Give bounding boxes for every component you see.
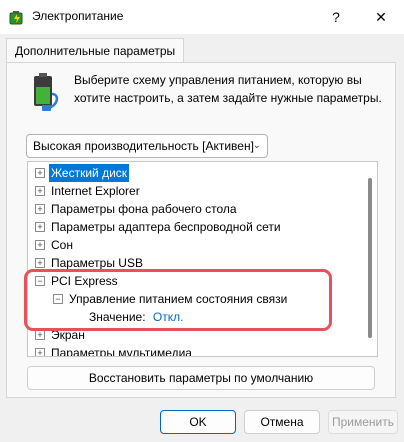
help-button[interactable]: ?	[325, 6, 347, 28]
tree-item-label: Параметры адаптера беспроводной сети	[51, 220, 281, 234]
ok-button[interactable]: OK	[160, 410, 236, 434]
battery-plug-icon	[34, 73, 59, 111]
tree-item-label: PCI Express	[51, 274, 118, 288]
tree-item-label: Жесткий диск	[49, 164, 130, 182]
apply-button[interactable]: Применить	[328, 410, 398, 434]
value-link[interactable]: Откл.	[153, 310, 184, 324]
scrollbar[interactable]	[368, 178, 372, 338]
question-mark-icon: ?	[332, 9, 340, 25]
close-icon: ✕	[375, 9, 387, 25]
power-scheme-dropdown[interactable]: Высокая производительность [Активен] ⌄	[26, 134, 268, 158]
tab-advanced-settings[interactable]: Дополнительные параметры	[6, 38, 185, 63]
chevron-down-icon: ⌄	[252, 140, 261, 151]
collapse-icon[interactable]: −	[53, 294, 63, 304]
settings-tree[interactable]: + Жесткий диск + Internet Explorer + Пар…	[27, 161, 378, 357]
window-title: Электропитание	[32, 9, 124, 23]
expand-icon[interactable]: +	[35, 348, 45, 356]
expand-icon[interactable]: +	[35, 330, 45, 340]
setting-value-row[interactable]: Значение: Откл.	[89, 308, 183, 326]
title-bar: Электропитание ? ✕	[0, 0, 404, 34]
expand-icon[interactable]: +	[35, 186, 45, 196]
expand-icon[interactable]: +	[35, 222, 45, 232]
tree-item-label: Параметры фона рабочего стола	[51, 202, 237, 216]
tree-item-label: Экран	[51, 328, 85, 342]
collapse-icon[interactable]: −	[35, 276, 45, 286]
expand-icon[interactable]: +	[35, 258, 45, 268]
cancel-button[interactable]: Отмена	[244, 410, 320, 434]
expand-icon[interactable]: +	[35, 240, 45, 250]
tree-item-label: Параметры мультимедиа	[51, 346, 192, 357]
restore-defaults-button[interactable]: Восстановить параметры по умолчанию	[27, 366, 375, 390]
expand-icon[interactable]: +	[35, 168, 45, 178]
scheme-selected-value: Высокая производительность [Активен]	[33, 139, 254, 153]
expand-icon[interactable]: +	[35, 204, 45, 214]
tree-item-label: Параметры USB	[51, 256, 143, 270]
close-button[interactable]: ✕	[369, 6, 393, 28]
tree-item-label: Internet Explorer	[51, 184, 140, 198]
instructions-text: Выберите схему управления питанием, кото…	[74, 73, 382, 105]
tree-item-label: Сон	[51, 238, 73, 252]
value-label: Значение:	[89, 310, 146, 324]
power-options-icon	[9, 11, 23, 25]
tree-item-label: Управление питанием состояния связи	[69, 292, 288, 306]
